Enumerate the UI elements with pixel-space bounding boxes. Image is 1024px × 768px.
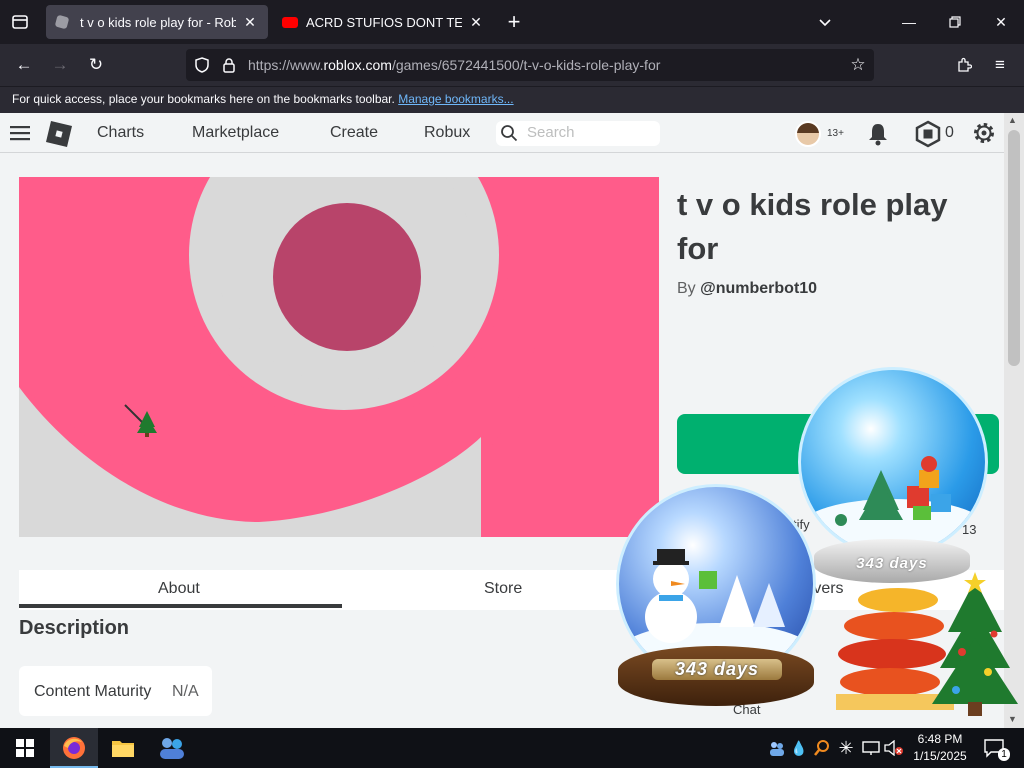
notification-bell-icon[interactable] [867,122,889,151]
christmas-tree-icon [928,572,1022,720]
extensions-icon[interactable] [951,52,977,78]
content-maturity-value: N/A [172,683,199,700]
by-label: By [677,280,696,297]
creator-byline: By @numberbot10 [677,280,817,298]
manage-bookmarks-link[interactable]: Manage bookmarks... [398,92,513,106]
url-path: /games/6572441500/t-v-o-kids-role-play-f… [391,57,661,73]
scrollbar-thumb[interactable] [1008,130,1020,366]
close-window-icon[interactable]: ✕ [978,0,1024,44]
url-domain: roblox.com [323,57,392,73]
description-heading: Description [19,617,130,639]
nav-create[interactable]: Create [330,124,378,142]
active-tab-indicator [19,604,342,608]
clock-time: 6:48 PM [917,732,963,746]
robux-balance: 0 [945,124,954,141]
gift-scene-icon [835,456,951,526]
tab-about[interactable]: About [158,580,200,598]
list-tabs-chevron-icon[interactable] [812,9,838,35]
windows-start-icon[interactable] [11,734,39,762]
snow-globe-gifts: 343 days [796,367,992,591]
nav-robux[interactable]: Robux [424,124,470,142]
robux-icon[interactable] [914,120,942,153]
close-tab-icon[interactable]: ✕ [242,14,258,31]
bookmark-star-icon[interactable]: ☆ [845,52,871,78]
tab-title: t v o kids role play for - Roblox [80,14,236,30]
browser-tab-bar: t v o kids role play for - Roblox ✕ ACRD… [0,0,1024,44]
app-menu-icon[interactable]: ≡ [987,52,1013,78]
forward-arrow-icon[interactable]: → [47,52,73,78]
tab-roblox-game[interactable]: t v o kids role play for - Roblox ✕ [46,5,268,39]
bookmarks-message: For quick access, place your bookmarks h… [12,92,395,106]
nav-charts[interactable]: Charts [97,124,144,142]
taskbar-clock[interactable]: 6:48 PM 1/15/2025 [906,731,974,765]
days-counter-label: 343 days [652,659,782,680]
hamburger-menu-icon[interactable] [10,125,30,146]
tab-youtube[interactable]: ACRD STUFIOS DONT TERMINA ✕ [272,5,494,39]
url-text[interactable]: https://www.roblox.com/games/6572441500/… [248,57,660,73]
back-arrow-icon[interactable]: ← [11,52,37,78]
url-prefix: https://www. [248,57,324,73]
restore-icon[interactable] [932,0,978,44]
settings-gear-icon[interactable] [971,120,997,151]
snowflake-icon[interactable]: ✳ [832,734,860,762]
creator-link[interactable]: @numberbot10 [700,280,817,297]
snow-globe-snowman: 343 days [612,484,822,712]
tree-cursor-icon [123,403,159,442]
thumbnail-artwork [19,177,659,537]
reload-icon[interactable]: ↻ [83,52,109,78]
tab-overview-icon[interactable] [7,9,33,35]
days-counter-label: 343 days [856,555,928,572]
nav-marketplace[interactable]: Marketplace [192,124,279,142]
lock-icon[interactable] [216,52,242,78]
game-thumbnail[interactable] [19,177,659,537]
roblox-logo-icon[interactable] [45,120,73,153]
notification-count-badge: 1 [998,748,1010,761]
search-input[interactable] [496,121,660,146]
shield-icon[interactable] [189,52,215,78]
avatar[interactable] [795,121,821,147]
people-app-icon[interactable] [158,734,186,762]
search-icon [500,124,518,147]
search-placeholder: Search [527,124,575,141]
scroll-up-icon[interactable]: ▲ [1008,115,1017,125]
new-tab-icon[interactable]: + [501,9,527,35]
youtube-favicon-icon [282,16,298,28]
bookmarks-toolbar: For quick access, place your bookmarks h… [0,86,1024,113]
clock-date: 1/15/2025 [913,749,967,763]
content-maturity-label: Content Maturity [34,683,152,700]
close-tab-icon[interactable]: ✕ [468,14,484,31]
globe-sphere [798,367,988,557]
game-title: t v o kids role play for [677,187,948,266]
firefox-icon[interactable] [60,734,88,762]
roblox-favicon-icon [54,14,70,30]
file-explorer-icon[interactable] [109,734,137,762]
minimize-icon[interactable]: — [886,0,932,44]
age-badge: 13+ [827,128,844,139]
tab-title: ACRD STUFIOS DONT TERMINA [306,14,462,30]
volume-muted-icon[interactable] [880,734,908,762]
tab-store[interactable]: Store [484,580,522,598]
